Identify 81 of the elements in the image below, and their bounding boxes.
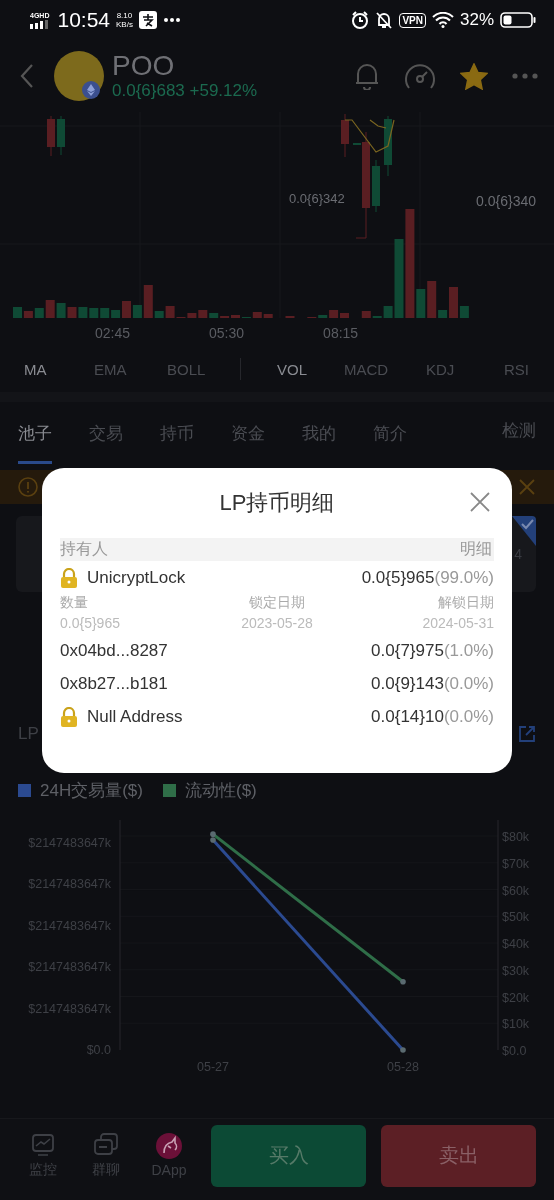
back-icon[interactable] (20, 63, 34, 89)
volume-bar (89, 308, 99, 318)
signal-icon (30, 19, 48, 29)
candle (47, 115, 55, 157)
data-point (400, 1047, 406, 1053)
data-point (400, 979, 406, 985)
indicator-tab[interactable]: MA (24, 360, 94, 378)
time-axis-label: 08:15 (323, 325, 359, 341)
leader-line (355, 214, 367, 239)
close-icon (470, 492, 490, 512)
holder-amount: 0.0{9}143(0.0%) (371, 674, 494, 694)
holder-amount: 0.0{7}975(1.0%) (371, 641, 494, 661)
legend-label: 流动性($) (184, 779, 257, 802)
holder-name: Null Address (87, 707, 183, 727)
volume-bar (78, 307, 88, 318)
detail-label: 解锁日期 (437, 594, 494, 612)
tab[interactable]: 交易 (89, 402, 123, 464)
muted-bell-icon (375, 11, 394, 29)
indicator-tab[interactable]: VOL (277, 360, 344, 378)
gauge-icon[interactable] (404, 61, 436, 91)
low-price-label: 0.0{6}342 (289, 191, 345, 206)
detail-value: 2024-05-31 (421, 615, 494, 631)
dialog-title: LP持币明细 (219, 489, 335, 517)
network-speed: 8.10 (116, 11, 133, 20)
token-price: 0.0{6}683 +59.12% (112, 81, 259, 101)
detail-label: 数量 (60, 594, 89, 612)
holder-name: 0x8b27...b181 (60, 674, 168, 694)
tab[interactable]: 检测 (502, 402, 536, 464)
tab[interactable]: 资金 (231, 402, 265, 464)
indicator-tab[interactable]: RSI (504, 360, 544, 378)
tab[interactable]: 持币 (160, 402, 194, 464)
tab[interactable]: 简介 (373, 402, 407, 464)
indicator-tab[interactable]: EMA (94, 360, 167, 378)
time-axis-label: 05:30 (209, 325, 245, 341)
tab[interactable]: 我的 (302, 402, 336, 464)
monitor-chart-icon (30, 1132, 56, 1158)
star-icon[interactable] (460, 62, 488, 90)
wifi-icon (431, 12, 454, 28)
volume-bar (100, 308, 110, 318)
clock-time: 10:54 (57, 8, 110, 32)
indicator-tab[interactable]: KDJ (426, 360, 504, 378)
alarm-icon (351, 11, 370, 29)
candle (372, 159, 380, 213)
candle (57, 115, 65, 156)
holder-name: UnicryptLock (87, 568, 186, 588)
chat-bubbles-icon (93, 1132, 119, 1158)
legend-label: 24H交易量($) (40, 779, 143, 802)
close-icon[interactable] (518, 478, 536, 496)
chain-badge-icon (82, 81, 100, 99)
tab[interactable]: 池子 (18, 402, 52, 464)
volume-bar (67, 307, 77, 318)
detail-value: 2023-05-28 (240, 615, 314, 631)
unicorn-logo-icon (156, 1133, 182, 1159)
more-icon[interactable] (512, 73, 538, 79)
battery-percent: 32% (459, 10, 494, 30)
speed-unit: KB/s (116, 20, 133, 29)
candle (341, 113, 349, 158)
more-icon (162, 17, 181, 23)
holder-name: 0x04bd...8287 (60, 641, 168, 661)
column-header: 明细 (460, 539, 492, 559)
app-notification-icon (138, 11, 157, 29)
token-symbol: POO (112, 51, 176, 81)
price-axis-label: 0.0{6}340 (476, 193, 536, 209)
moving-average-line (344, 119, 395, 153)
buy-button[interactable]: 买入 (211, 1124, 366, 1187)
holder-amount: 0.0{14}10(0.0%) (371, 707, 494, 727)
sell-button[interactable]: 卖出 (381, 1124, 536, 1187)
candle (384, 115, 392, 177)
holder-amount: 0.0{5}965(99.0%) (361, 568, 494, 588)
detail-label: 锁定日期 (248, 594, 306, 612)
indicator-tab[interactable]: BOLL (167, 360, 240, 378)
column-header: 持有人 (60, 539, 108, 559)
time-axis-label: 02:45 (95, 325, 131, 341)
bell-icon[interactable] (354, 62, 380, 90)
external-link-icon[interactable] (518, 725, 536, 743)
volume-bar (56, 303, 66, 318)
vpn-indicator: VPN (399, 12, 426, 28)
battery-icon (500, 12, 536, 28)
alert-icon (18, 477, 38, 497)
detail-value: 0.0{5}965 (60, 615, 121, 631)
indicator-tab[interactable]: MACD (344, 360, 426, 378)
